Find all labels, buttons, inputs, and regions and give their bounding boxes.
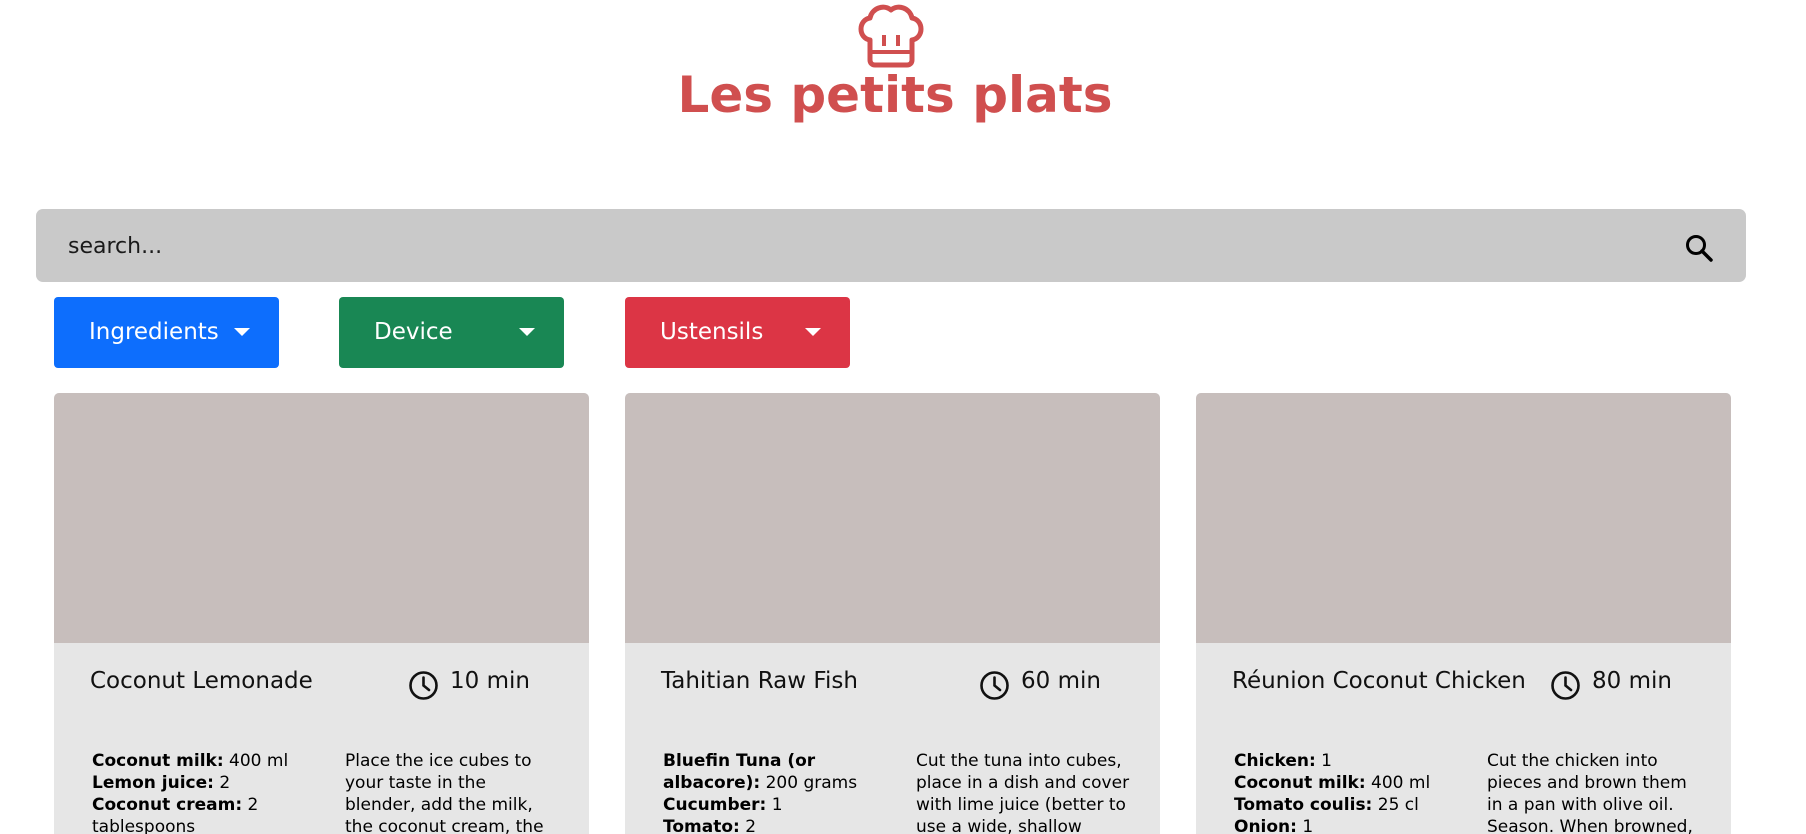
chevron-down-icon — [234, 328, 250, 336]
search-bar — [36, 209, 1746, 282]
ingredient-list: Bluefin Tuna (or albacore): 200 grams Cu… — [663, 750, 863, 834]
chevron-down-icon — [519, 328, 535, 336]
ingredient-list: Chicken: 1 Coconut milk: 400 ml Tomato c… — [1234, 750, 1434, 834]
ingredient-item: Coconut milk: 400 ml — [1234, 773, 1431, 793]
recipe-card[interactable]: Coconut Lemonade 10 min Coconut milk: 40… — [54, 393, 589, 834]
ingredient-item: Coconut cream: 2 tablespoons — [92, 795, 259, 834]
recipe-card[interactable]: Réunion Coconut Chicken 80 min Chicken: … — [1196, 393, 1731, 834]
recipe-title: Réunion Coconut Chicken — [1232, 668, 1526, 694]
recipe-description: Cut the chicken into pieces and brown th… — [1487, 751, 1693, 834]
ingredient-item: Tomato coulis: 25 cl — [1234, 795, 1419, 815]
recipe-time: 60 min — [1021, 668, 1101, 694]
ingredient-item: Tomato: 2 — [663, 817, 757, 834]
recipe-description: Cut the tuna into cubes, place in a dish… — [916, 751, 1130, 834]
recipe-image — [54, 393, 589, 643]
recipe-image — [625, 393, 1160, 643]
search-icon[interactable] — [1684, 233, 1714, 263]
clock-icon — [1551, 671, 1580, 700]
filter-label: Device — [374, 319, 453, 345]
filter-label: Ustensils — [660, 319, 764, 345]
recipe-card[interactable]: Tahitian Raw Fish 60 min Bluefin Tuna (o… — [625, 393, 1160, 834]
site-header: Les petits plats — [0, 0, 1806, 140]
clock-icon — [980, 671, 1009, 700]
site-title: Les petits plats — [677, 66, 1113, 124]
recipe-description: Place the ice cubes to your taste in the… — [345, 751, 544, 834]
ingredient-item: Coconut milk: 400 ml — [92, 751, 289, 771]
filter-label: Ingredients — [89, 319, 219, 345]
recipe-title: Coconut Lemonade — [90, 668, 313, 694]
ingredients-filter-button[interactable]: Ingredients — [54, 297, 279, 368]
ingredient-item: Bluefin Tuna (or albacore): 200 grams — [663, 751, 858, 793]
recipe-image — [1196, 393, 1731, 643]
ustensils-filter-button[interactable]: Ustensils — [625, 297, 850, 368]
recipe-time: 80 min — [1592, 668, 1672, 694]
chef-hat-icon — [858, 4, 924, 68]
device-filter-button[interactable]: Device — [339, 297, 564, 368]
recipe-title: Tahitian Raw Fish — [661, 668, 858, 694]
ingredient-list: Coconut milk: 400 ml Lemon juice: 2 Coco… — [92, 750, 292, 834]
chevron-down-icon — [805, 328, 821, 336]
recipe-time: 10 min — [450, 668, 530, 694]
ingredient-item: Onion: 1 — [1234, 817, 1314, 834]
search-input[interactable] — [68, 227, 1568, 265]
ingredient-item: Lemon juice: 2 — [92, 773, 231, 793]
clock-icon — [409, 671, 438, 700]
ingredient-item: Cucumber: 1 — [663, 795, 783, 815]
ingredient-item: Chicken: 1 — [1234, 751, 1332, 771]
